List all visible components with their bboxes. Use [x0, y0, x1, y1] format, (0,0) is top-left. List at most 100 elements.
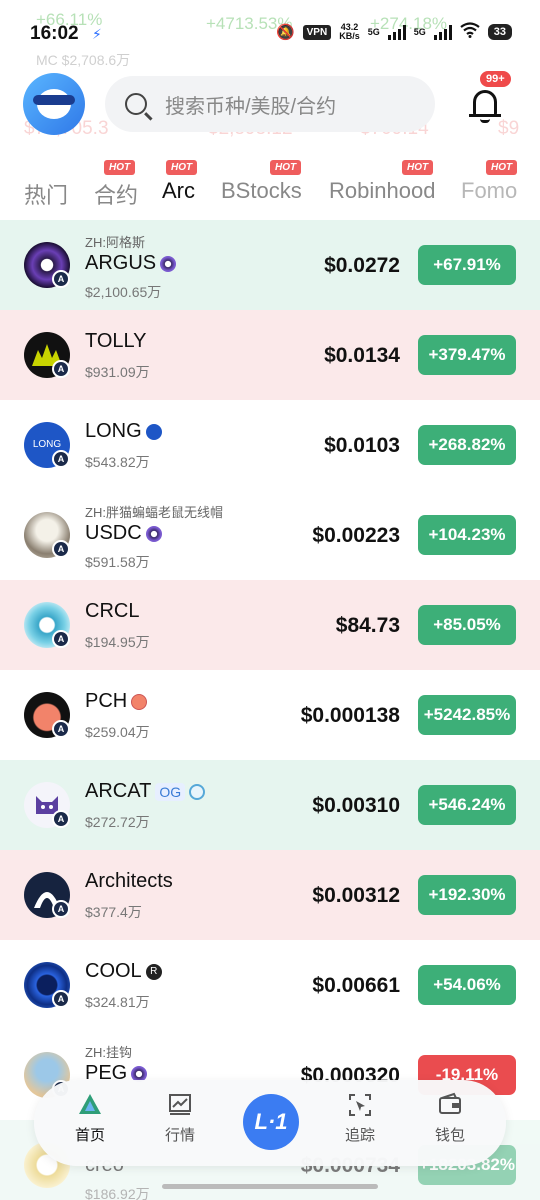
token-symbol: CRCL	[85, 600, 139, 623]
token-symbol-text: CRCL	[85, 600, 140, 622]
token-market-cap: $543.82万	[85, 454, 150, 470]
token-price: $0.0103	[324, 434, 400, 457]
token-symbol-text: COOL	[85, 960, 142, 982]
token-symbol-text: Architects	[85, 870, 173, 892]
notification-bell-icon[interactable]	[467, 86, 503, 126]
network-type-1: 5G	[367, 26, 380, 37]
avatar-mask	[33, 95, 75, 105]
status-icons: 🔕 VPN 43.2 KB/s 5G 5G 33	[276, 22, 512, 42]
tab-contracts[interactable]: 合约	[94, 178, 138, 210]
tab-bstocks[interactable]: BStocks	[221, 178, 302, 204]
token-price: $84.73	[335, 614, 400, 637]
token-change-badge: +54.06%	[418, 965, 516, 1005]
net-speed: 43.2 KB/s	[339, 22, 360, 41]
signal-icon	[387, 24, 406, 40]
tab-arc[interactable]: Arc	[162, 178, 195, 204]
token-symbol-text: USDC	[85, 522, 142, 544]
eye-mini-icon	[160, 255, 177, 272]
status-time: 16:02	[30, 23, 79, 44]
token-market-cap: $931.09万	[85, 364, 150, 380]
bell-cup	[473, 90, 497, 116]
token-price: $0.0272	[324, 254, 400, 277]
bell-clapper	[480, 119, 490, 123]
token-subtitle: ZH:胖猫蝙蝠老鼠无线帽	[85, 505, 223, 520]
token-row[interactable]: A COOL R $324.81万 $0.00661 +54.06%	[0, 940, 540, 1030]
token-symbol: Architects	[85, 870, 173, 893]
token-market-cap: $259.04万	[85, 724, 150, 740]
nav-wallet[interactable]: 钱包	[415, 1092, 485, 1145]
arc-chain-badge-icon: A	[52, 810, 70, 828]
token-price: $0.00223	[312, 524, 400, 547]
battery-indicator: 33	[487, 24, 512, 40]
token-row[interactable]: A PCH $259.04万 $0.000138 +5242.85%	[0, 670, 540, 760]
hot-badge: HOT	[166, 160, 198, 175]
hot-badge: HOT	[486, 160, 518, 175]
token-change-badge: +104.23%	[418, 515, 516, 555]
long-mini-icon	[145, 423, 162, 440]
arc-chain-badge-icon: A	[52, 630, 70, 648]
network-type-2: 5G	[413, 26, 426, 37]
token-row[interactable]: A ARCAT OG $272.72万 $0.00310 +546.24%	[0, 760, 540, 850]
chart-icon	[169, 1094, 191, 1115]
track-icon	[349, 1094, 371, 1116]
arc-chain-badge-icon: A	[52, 450, 70, 468]
eye-mini-icon	[145, 525, 162, 542]
token-market-cap: $194.95万	[85, 634, 150, 650]
token-change-badge: +85.05%	[418, 605, 516, 645]
token-market-cap: $186.92万	[85, 1186, 150, 1200]
tab-hot[interactable]: 热门	[24, 178, 68, 210]
token-symbol-text: ARGUS	[85, 252, 157, 274]
category-tabs: 热门 HOT 合约 HOT Arc HOT BStocks HOT Robinh…	[0, 150, 540, 220]
token-row[interactable]: A ZH:胖猫蝙蝠老鼠无线帽 USDC $591.58万 $0.00223 +1…	[0, 490, 540, 580]
nav-market-label: 行情	[164, 1127, 195, 1144]
home-icon	[79, 1094, 101, 1114]
hot-badge: HOT	[270, 160, 302, 175]
hot-badge: HOT	[402, 160, 434, 175]
token-subtitle: ZH:挂钩	[85, 1045, 132, 1060]
user-avatar[interactable]	[23, 73, 85, 135]
token-symbol-text: PCH	[85, 690, 128, 712]
signal-icon	[433, 24, 452, 40]
bottom-nav: 首页 行情 L·1 追踪 钱包	[34, 1080, 506, 1166]
token-symbol: ARCAT OG	[85, 780, 206, 803]
token-change-badge: +546.24%	[418, 785, 516, 825]
lightning-icon: ⚡	[92, 26, 102, 42]
notification-count-badge: 99+	[480, 71, 511, 87]
token-row[interactable]: A Architects $377.4万 $0.00312 +192.30%	[0, 850, 540, 940]
token-subtitle: ZH:阿格斯	[85, 235, 145, 250]
token-row[interactable]: A CRCL $194.95万 $84.73 +85.05%	[0, 580, 540, 670]
token-symbol: ARGUS	[85, 252, 177, 275]
token-price: $0.00310	[312, 794, 400, 817]
search-icon	[125, 93, 147, 115]
nav-market[interactable]: 行情	[145, 1092, 215, 1145]
token-price: $0.00312	[312, 884, 400, 907]
wallet-icon	[439, 1092, 461, 1114]
arc-chain-badge-icon: A	[52, 540, 70, 558]
wifi-icon	[460, 22, 480, 42]
search-placeholder: 搜索币种/美股/合约	[165, 95, 337, 118]
bell-base	[469, 114, 501, 117]
nav-home-label: 首页	[74, 1127, 105, 1144]
vpn-badge: VPN	[302, 24, 332, 40]
og-tag: OG	[155, 782, 186, 801]
token-price: $0.00661	[312, 974, 400, 997]
r-mini-icon: R	[145, 963, 162, 980]
token-row[interactable]: A ZH:阿格斯 ARGUS $2,100.65万 $0.0272 +67.91…	[0, 220, 540, 310]
arc-chain-badge-icon: A	[52, 900, 70, 918]
token-row[interactable]: A TOLLY $931.09万 $0.0134 +379.47%	[0, 310, 540, 400]
token-market-cap: $272.72万	[85, 814, 150, 830]
nav-track[interactable]: 追踪	[325, 1092, 395, 1145]
token-market-cap: $324.81万	[85, 994, 150, 1010]
token-symbol-text: LONG	[85, 420, 142, 442]
tab-robinhood[interactable]: Robinhood	[329, 178, 435, 204]
ticker-ghost-mc: MC $2,708.6万	[36, 52, 131, 68]
tab-fomo[interactable]: Fomo	[461, 178, 517, 204]
token-change-badge: +192.30%	[418, 875, 516, 915]
hot-badge: HOT	[104, 160, 136, 175]
nav-home[interactable]: 首页	[55, 1092, 125, 1145]
search-bar[interactable]: 搜索币种/美股/合约	[105, 76, 435, 132]
token-change-badge: +268.82%	[418, 425, 516, 465]
token-change-badge: +5242.85%	[418, 695, 516, 735]
token-row[interactable]: LONG A LONG $543.82万 $0.0103 +268.82%	[0, 400, 540, 490]
quick-action-button[interactable]: L·1	[243, 1094, 299, 1150]
